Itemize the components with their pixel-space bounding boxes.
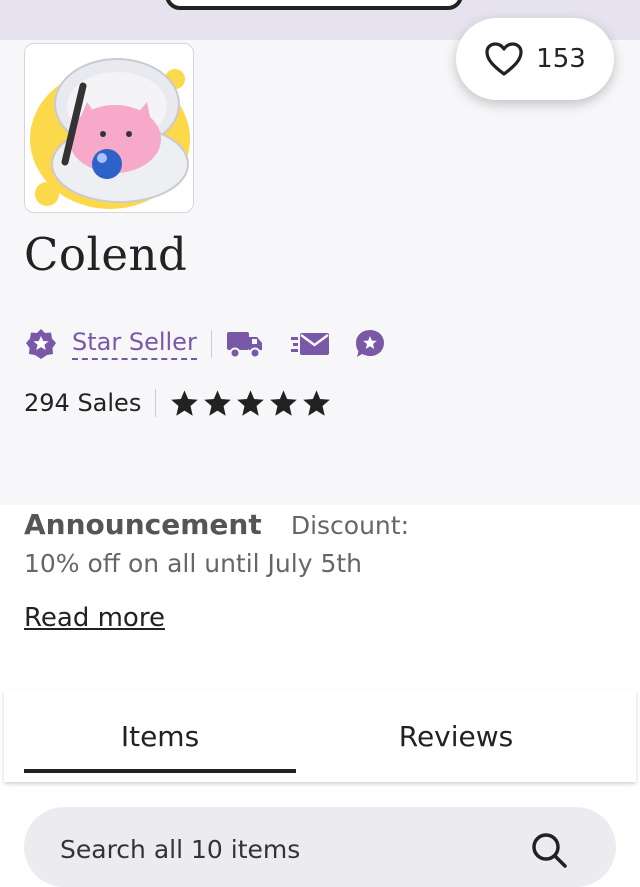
announcement-text-line2: 10% off on all until July 5th <box>24 549 363 578</box>
star-icon <box>204 390 232 416</box>
shop-search-bar[interactable]: Search all 10 items <box>24 807 616 887</box>
star-seller-badge[interactable]: Star Seller <box>24 327 197 361</box>
shop-name: Colend <box>24 228 188 281</box>
tab-reviews[interactable]: Reviews <box>316 690 596 782</box>
fast-mail-icon <box>290 333 329 355</box>
shop-tabs: Items Reviews <box>4 690 636 782</box>
shop-stats: 294 Sales <box>24 385 331 421</box>
star-seller-label: Star Seller <box>72 328 197 360</box>
star-icon <box>270 390 298 416</box>
sales-count: 294 Sales <box>24 389 142 417</box>
seller-badges: Star Seller <box>24 326 386 362</box>
announcement-text-line1: Discount: <box>290 511 409 540</box>
badge-divider <box>210 330 212 358</box>
stats-divider <box>155 389 157 417</box>
announcement-title: Announcement <box>24 508 262 541</box>
top-search-pill[interactable] <box>165 0 463 10</box>
star-icon <box>171 390 199 416</box>
shop-logo <box>24 43 194 213</box>
truck-icon <box>226 332 262 359</box>
announcement: Announcement Discount: 10% off on all un… <box>24 508 624 578</box>
star-seller-icon <box>26 329 56 359</box>
search-icon[interactable] <box>530 831 568 869</box>
shop-logo-image <box>25 44 193 212</box>
heart-icon <box>485 42 523 76</box>
active-tab-indicator <box>24 769 296 773</box>
favorites-count: 153 <box>536 44 586 74</box>
search-input[interactable]: Search all 10 items <box>60 835 300 864</box>
favorite-shop-button[interactable]: 153 <box>456 18 614 100</box>
rating-stars[interactable] <box>170 389 331 417</box>
star-icon <box>303 390 331 416</box>
read-more-link[interactable]: Read more <box>24 603 165 633</box>
star-message-icon <box>355 330 384 357</box>
star-icon <box>237 390 265 416</box>
